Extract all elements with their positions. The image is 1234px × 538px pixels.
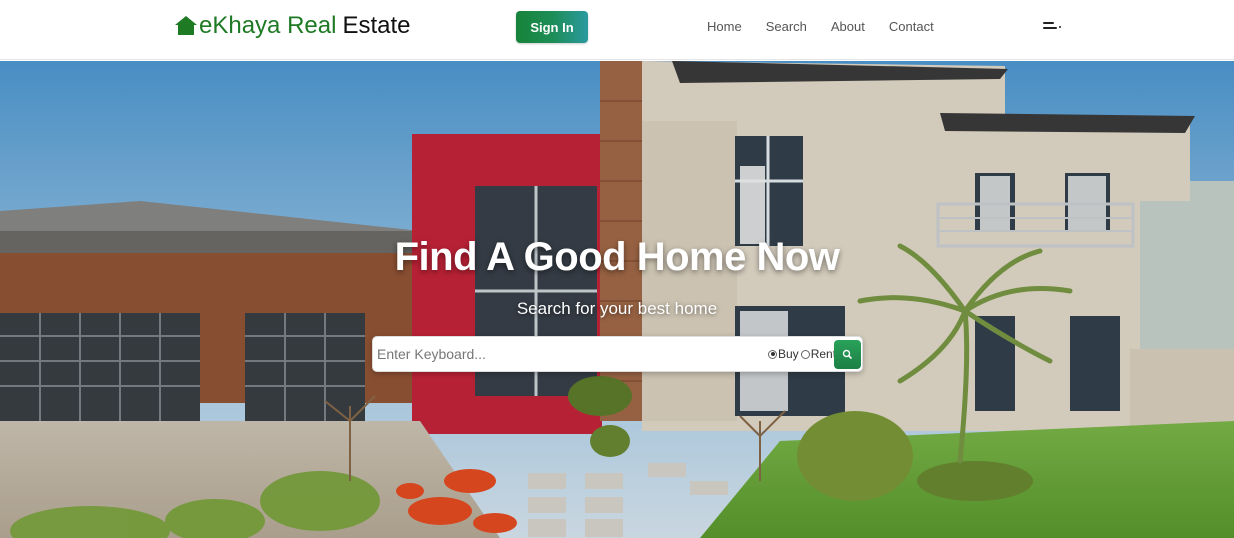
hero-subtitle: Search for your best home (516, 299, 718, 318)
search-bar: Buy Rent (372, 336, 863, 372)
nav-home[interactable]: Home (707, 19, 742, 34)
brand-name-dark: Estate (342, 12, 411, 39)
sign-in-button[interactable]: Sign In (516, 11, 588, 43)
listing-type-group: Buy Rent (768, 347, 836, 361)
nav-about[interactable]: About (831, 19, 865, 34)
brand-logo[interactable]: eKhaya Real Estate (174, 12, 410, 40)
brand-name-green: eKhaya Real (199, 12, 337, 39)
radio-buy-label: Buy (778, 347, 799, 361)
radio-rent[interactable] (800, 349, 810, 359)
search-input[interactable] (377, 343, 757, 365)
main-nav: Home Search About Contact (707, 19, 934, 34)
search-button[interactable] (834, 340, 861, 369)
hero-title: Find A Good Home Now (394, 235, 840, 279)
house-icon (174, 15, 198, 37)
nav-contact[interactable]: Contact (889, 19, 934, 34)
nav-search[interactable]: Search (766, 19, 807, 34)
hamburger-icon[interactable] (1043, 19, 1063, 35)
search-icon (842, 349, 852, 359)
hero-section: Find A Good Home Now Search for your bes… (0, 61, 1234, 538)
radio-buy[interactable] (768, 349, 777, 359)
site-header: eKhaya Real Estate Sign In Home Search A… (0, 0, 1234, 60)
radio-rent-label: Rent (810, 347, 837, 361)
